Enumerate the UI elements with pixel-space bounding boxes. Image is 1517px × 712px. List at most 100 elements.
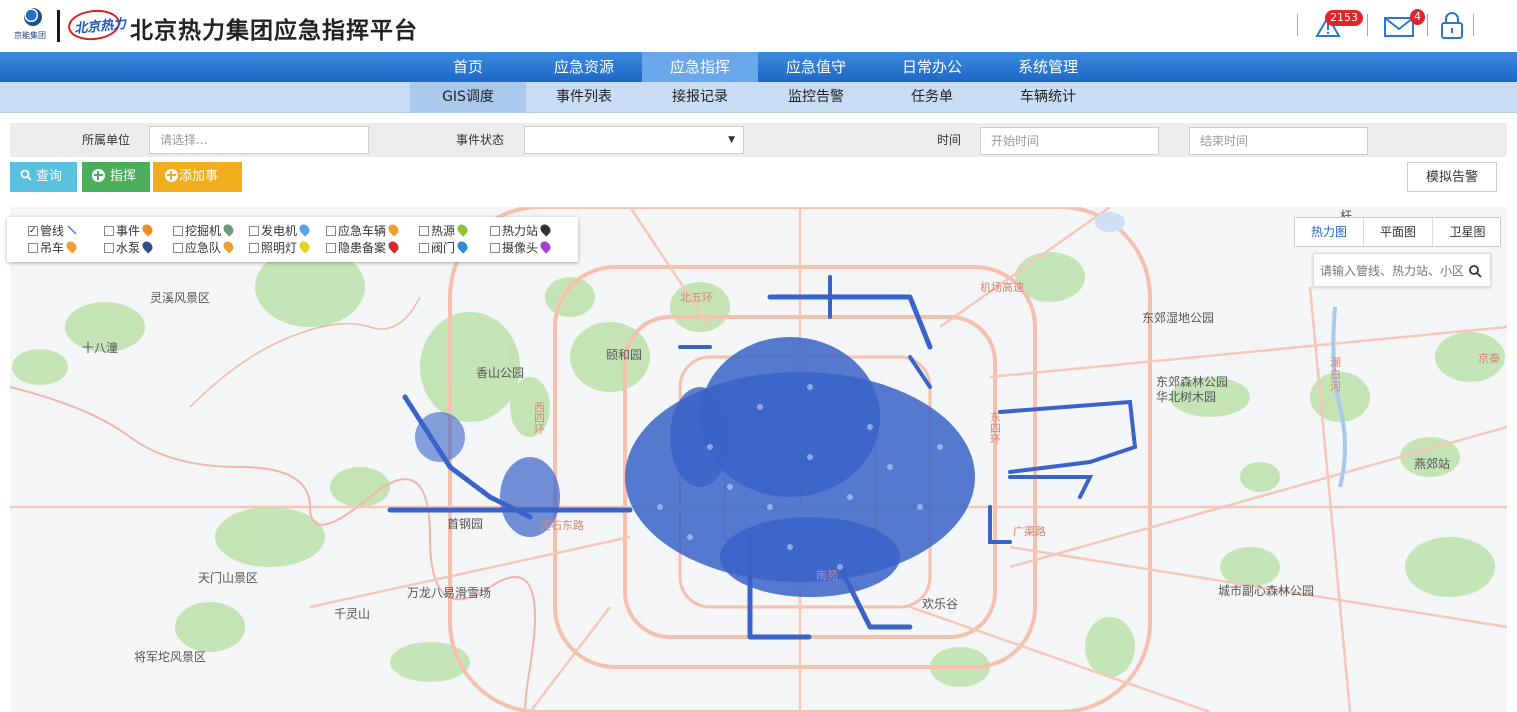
checkbox[interactable] [326,243,336,253]
subnav-event-list[interactable]: 事件列表 [526,82,642,113]
map-label: 万龙八易滑雪场 [407,586,492,600]
subnav-monitor-alarm[interactable]: 监控告警 [758,82,874,113]
layer-heat-station[interactable]: 热力站 [490,222,553,238]
map-type-switcher: 热力图 平面图 卫星图 [1294,217,1501,247]
checkbox[interactable] [326,226,336,236]
nav-emergency-duty[interactable]: 应急值守 [758,52,874,82]
map-pin-icon [455,222,470,237]
layer-crane[interactable]: 吊车 [28,239,79,255]
status-select[interactable]: ▼ [524,126,744,154]
road-label: 潮白河 [1330,356,1341,393]
jingneng-logo: 京能集团 [12,8,52,42]
jingneng-logo-text: 京能集团 [14,31,46,40]
layer-generator[interactable]: 发电机 [249,222,312,238]
map-pin-icon [297,222,312,237]
unit-label: 所属单位 [82,133,131,147]
start-time-input[interactable]: 开始时间 [980,127,1159,155]
checkbox[interactable] [490,243,500,253]
unit-select[interactable]: 请选择... [149,126,369,154]
checkbox[interactable] [104,243,114,253]
lock-icon[interactable] [1438,12,1468,39]
jingneng-logo-icon [24,8,42,26]
nav-home[interactable]: 首页 [410,52,526,82]
layer-label: 热源 [431,224,456,238]
layer-camera[interactable]: 摄像头 [490,239,553,255]
end-time-input[interactable]: 结束时间 [1189,127,1368,155]
status-label: 事件状态 [456,133,505,147]
checkbox[interactable] [490,226,500,236]
checkbox[interactable] [249,226,259,236]
subnav-vehicle-stats[interactable]: 车辆统计 [990,82,1106,113]
nav-emergency-resources[interactable]: 应急资源 [526,52,642,82]
simulate-alarm-button[interactable]: 模拟告警 [1407,162,1497,192]
map-type-plan[interactable]: 平面图 [1364,218,1433,246]
pipeline-icon [67,225,77,235]
layer-label: 管线 [40,224,65,238]
time-label: 时间 [937,133,962,147]
subnav-gis-dispatch[interactable]: GIS调度 [410,82,526,113]
map-pin-icon [455,239,470,254]
dropdown-caret-icon: ▼ [728,135,735,145]
command-button[interactable]: 指挥 [82,162,150,192]
checkbox[interactable] [249,243,259,253]
map-pin-icon [221,222,236,237]
subnav-report-records[interactable]: 接报记录 [642,82,758,113]
header-divider [1427,14,1428,36]
layer-label: 阀门 [431,241,456,255]
alert-count-badge: 2153 [1325,10,1363,26]
map-label: 东郊森林公园华北树木园 [1156,375,1229,404]
map-label: 天门山景区 [198,571,259,585]
layer-valve[interactable]: 阀门 [419,239,470,255]
layer-lighting[interactable]: 照明灯 [249,239,312,255]
primary-nav: 首页 应急资源 应急指挥 应急值守 日常办公 系统管理 [0,52,1517,82]
command-button-label: 指挥 [110,169,137,184]
map-search [1313,253,1491,287]
checkbox[interactable] [419,243,429,253]
header-divider [1367,14,1368,36]
beijing-heat-logo-text: 北京热力 [73,16,127,38]
layer-pipeline[interactable]: 管线 [28,224,77,238]
layer-event[interactable]: 事件 [104,222,155,238]
road-label: 北五环 [680,291,713,304]
app-header: 京能集团 北京热力 北京热力集团应急指挥平台 2153 4 [0,0,1517,52]
map-search-input[interactable] [1320,260,1468,282]
layer-hazard-record[interactable]: 隐患备案 [326,239,401,255]
checkbox[interactable] [173,243,183,253]
query-button-label: 查询 [36,169,63,184]
map-pin-icon [64,239,79,254]
query-button[interactable]: 查询 [10,162,77,192]
nav-emergency-command[interactable]: 应急指挥 [642,52,758,82]
nav-system-management[interactable]: 系统管理 [990,52,1106,82]
layer-panel: 管线 事件 挖掘机 发电机 应急车辆 热源 热力站 吊车 水泵 应急队 照明灯 … [7,217,578,262]
map-label: 香山公园 [476,366,525,380]
checkbox[interactable] [104,226,114,236]
search-icon[interactable] [1468,264,1482,278]
checkbox[interactable] [173,226,183,236]
layer-excavator[interactable]: 挖掘机 [173,222,236,238]
gis-map[interactable]: 灵溪风景区 十八潼 香山公园 颐和园 首钢园 天门山景区 万龙八易滑雪场 千灵山… [10,207,1507,712]
layer-emergency-vehicle[interactable]: 应急车辆 [326,222,401,238]
checkbox[interactable] [28,243,38,253]
beijing-heat-logo: 北京热力 [66,7,127,43]
map-label: 欢乐谷 [922,597,959,611]
map-pin-icon [386,239,401,254]
checkbox[interactable] [419,226,429,236]
road-label: 南苑 [816,569,838,582]
nav-daily-office[interactable]: 日常办公 [874,52,990,82]
mail-icon[interactable] [1383,12,1414,38]
road-label: 莲石东路 [540,519,584,532]
checkbox[interactable] [28,224,38,238]
map-pin-icon [140,222,155,237]
subnav-task-order[interactable]: 任务单 [874,82,990,113]
layer-water-pump[interactable]: 水泵 [104,239,155,255]
map-label: 灵溪风景区 [150,291,211,305]
layer-emergency-team[interactable]: 应急队 [173,239,236,255]
map-pin-icon [221,239,236,254]
map-type-satellite[interactable]: 卫星图 [1433,218,1502,246]
layer-heat-source[interactable]: 热源 [419,222,470,238]
layer-label: 隐患备案 [338,241,387,255]
layer-label: 照明灯 [261,241,298,255]
map-type-heat[interactable]: 热力图 [1295,218,1364,246]
map-pin-icon [140,239,155,254]
add-event-button[interactable]: 添加事件 [153,162,242,214]
